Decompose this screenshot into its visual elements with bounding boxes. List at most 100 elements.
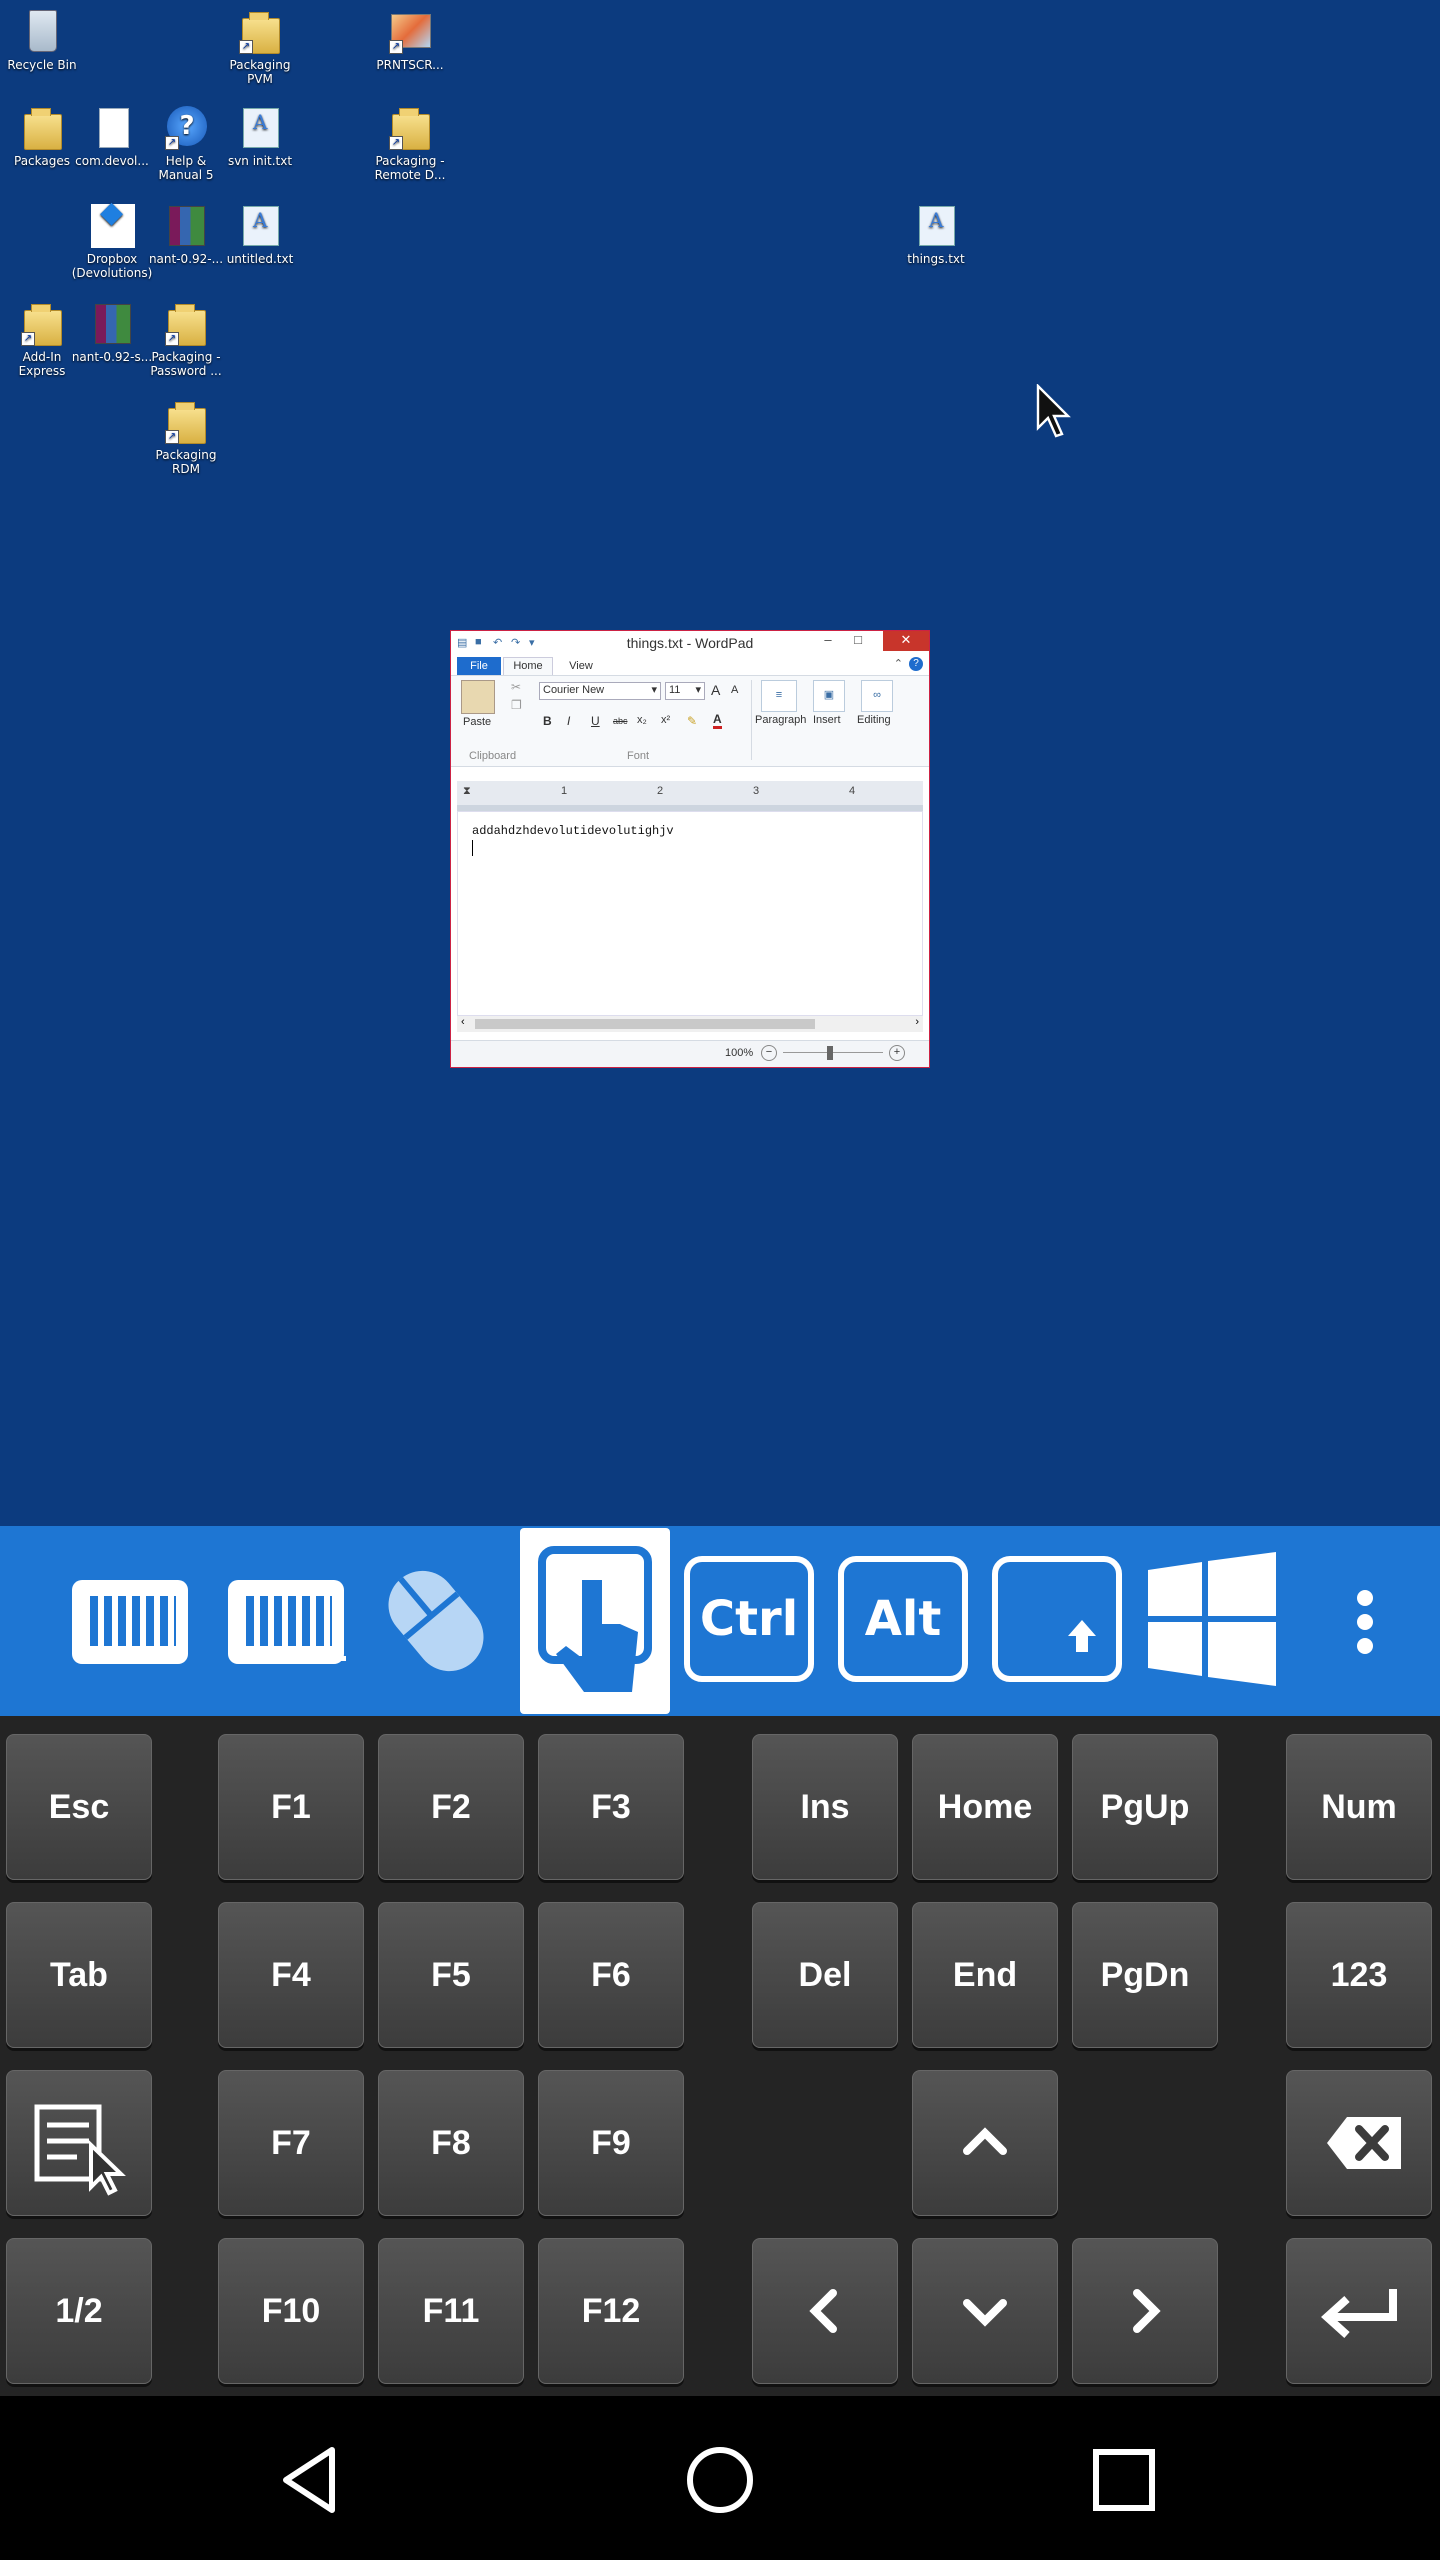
close-button[interactable]: ✕ (883, 631, 929, 651)
minimize-button[interactable]: – (817, 631, 839, 651)
horizontal-scrollbar[interactable]: ‹ › (457, 1015, 923, 1032)
key-end[interactable]: End (912, 1902, 1058, 2048)
key-pgdn[interactable]: PgDn (1072, 1902, 1218, 2048)
key-tab[interactable]: Tab (6, 1902, 152, 2048)
superscript-button[interactable]: x² (661, 714, 670, 726)
shift-key-button[interactable] (990, 1526, 1130, 1716)
font-name-select[interactable]: Courier New ▾ (539, 682, 661, 700)
scroll-right-icon[interactable]: › (915, 1016, 919, 1028)
key-f9[interactable]: F9 (538, 2070, 684, 2216)
key-left-arrow[interactable] (752, 2238, 898, 2384)
mouse-mode-button[interactable] (366, 1526, 506, 1716)
key-f4[interactable]: F4 (218, 1902, 364, 2048)
more-options-button[interactable] (1330, 1526, 1400, 1716)
touch-mode-button[interactable] (520, 1528, 670, 1714)
key-home[interactable]: Home (912, 1734, 1058, 1880)
insert-picture-icon[interactable]: ▣ (813, 680, 845, 712)
extended-keyboard-button[interactable] (212, 1526, 352, 1716)
ruler[interactable]: ⧗ 1 2 3 4 (457, 781, 923, 811)
editing-button[interactable]: Editing (857, 714, 891, 726)
subscript-button[interactable]: x₂ (637, 714, 647, 726)
ctrl-key-button[interactable]: Ctrl (684, 1556, 814, 1682)
desktop-icon-packaging-remote[interactable]: ↗ Packaging - Remote D... (368, 104, 452, 182)
underline-button[interactable]: U (591, 714, 600, 728)
key-f6[interactable]: F6 (538, 1902, 684, 2048)
desktop-icon-untitled[interactable]: untitled.txt (218, 202, 302, 266)
clipboard-paste-icon[interactable] (461, 680, 495, 714)
key-f3[interactable]: F3 (538, 1734, 684, 1880)
key-pgup[interactable]: PgUp (1072, 1734, 1218, 1880)
desktop-icon-nant-2[interactable]: nant-0.92-s... (70, 300, 154, 364)
tab-file[interactable]: File (457, 657, 501, 675)
key-f12[interactable]: F12 (538, 2238, 684, 2384)
zoom-slider-thumb[interactable] (827, 1046, 833, 1060)
indent-marker-icon[interactable]: ⧗ (463, 785, 471, 798)
zoom-in-button[interactable]: + (889, 1045, 905, 1061)
copy-icon[interactable]: ❐ (511, 698, 522, 712)
find-binoculars-icon[interactable]: ∞ (861, 680, 893, 712)
recent-apps-icon[interactable] (1084, 2440, 1164, 2520)
cut-icon[interactable]: ✂ (511, 680, 521, 694)
tab-home[interactable]: Home (503, 657, 553, 675)
collapse-ribbon-icon[interactable]: ⌃ (894, 657, 903, 670)
highlight-color-icon[interactable]: ✎ (687, 714, 697, 728)
desktop-icon-help-manual[interactable]: ? ↗ Help & Manual 5 (144, 104, 228, 182)
key-ins[interactable]: Ins (752, 1734, 898, 1880)
desktop-icon-packaging-pvm[interactable]: ↗ Packaging PVM (218, 8, 302, 86)
wordpad-title-bar[interactable]: ▤ ■ ↶ ↷ ▾ things.txt - WordPad – □ ✕ (451, 631, 929, 655)
key-num[interactable]: Num (1286, 1734, 1432, 1880)
keyboard-button[interactable] (56, 1526, 196, 1716)
desktop-icon-dropbox[interactable]: Dropbox (Devolutions) (70, 202, 154, 280)
desktop-icon-com-devol[interactable]: com.devol... (70, 104, 154, 168)
help-icon[interactable]: ? (909, 657, 923, 671)
desktop-icon-packaging-rdm[interactable]: ↗ Packaging RDM (144, 398, 228, 476)
key-f2[interactable]: F2 (378, 1734, 524, 1880)
desktop-icon-prntscr[interactable]: ↗ PRNTSCR... (368, 8, 452, 72)
scroll-left-icon[interactable]: ‹ (461, 1016, 465, 1028)
shrink-font-button[interactable]: A (731, 684, 738, 696)
strikethrough-button[interactable]: abc (613, 716, 628, 726)
key-f8[interactable]: F8 (378, 2070, 524, 2216)
desktop-icon-nant-1[interactable]: nant-0.92-... (144, 202, 228, 266)
key-f11[interactable]: F11 (378, 2238, 524, 2384)
key-up-arrow[interactable] (912, 2070, 1058, 2216)
maximize-button[interactable]: □ (847, 631, 869, 651)
back-icon[interactable] (270, 2440, 350, 2520)
italic-button[interactable]: I (567, 714, 570, 728)
font-size-select[interactable]: 11 ▾ (665, 682, 705, 700)
key-backspace[interactable] (1286, 2070, 1432, 2216)
desktop-icon-packaging-password[interactable]: ↗ Packaging - Password ... (144, 300, 228, 378)
desktop[interactable]: Recycle Bin ↗ Packaging PVM ↗ PRNTSCR...… (0, 0, 1440, 1526)
key-123[interactable]: 123 (1286, 1902, 1432, 2048)
tab-view[interactable]: View (561, 657, 601, 675)
key-f7[interactable]: F7 (218, 2070, 364, 2216)
key-f1[interactable]: F1 (218, 1734, 364, 1880)
grow-font-button[interactable]: A (711, 682, 720, 698)
key-enter[interactable] (1286, 2238, 1432, 2384)
zoom-out-button[interactable]: − (761, 1045, 777, 1061)
desktop-icon-recycle-bin[interactable]: Recycle Bin (0, 8, 84, 72)
alt-key-button[interactable]: Alt (838, 1556, 968, 1682)
paragraph-icon[interactable]: ≡ (761, 680, 797, 712)
key-f10[interactable]: F10 (218, 2238, 364, 2384)
key-context-menu[interactable] (6, 2070, 152, 2216)
scrollbar-thumb[interactable] (475, 1019, 815, 1029)
font-color-icon[interactable]: A (713, 712, 722, 729)
key-del[interactable]: Del (752, 1902, 898, 2048)
wordpad-window[interactable]: ▤ ■ ↶ ↷ ▾ things.txt - WordPad – □ ✕ Fil… (450, 630, 930, 1068)
home-icon[interactable] (680, 2440, 760, 2520)
windows-key-button[interactable] (1142, 1526, 1282, 1716)
paste-button[interactable]: Paste (463, 716, 491, 728)
key-f5[interactable]: F5 (378, 1902, 524, 2048)
desktop-icon-svn-init[interactable]: svn init.txt (218, 104, 302, 168)
key-right-arrow[interactable] (1072, 2238, 1218, 2384)
bold-button[interactable]: B (543, 714, 552, 728)
key-page-switch[interactable]: 1/2 (6, 2238, 152, 2384)
key-esc[interactable]: Esc (6, 1734, 152, 1880)
key-down-arrow[interactable] (912, 2238, 1058, 2384)
paragraph-button[interactable]: Paragraph (755, 714, 806, 726)
document-area[interactable]: addahdzhdevolutidevolutighjv (457, 811, 923, 1023)
insert-button[interactable]: Insert (813, 714, 841, 726)
zoom-slider[interactable] (783, 1052, 883, 1053)
desktop-icon-things[interactable]: things.txt (894, 202, 978, 266)
